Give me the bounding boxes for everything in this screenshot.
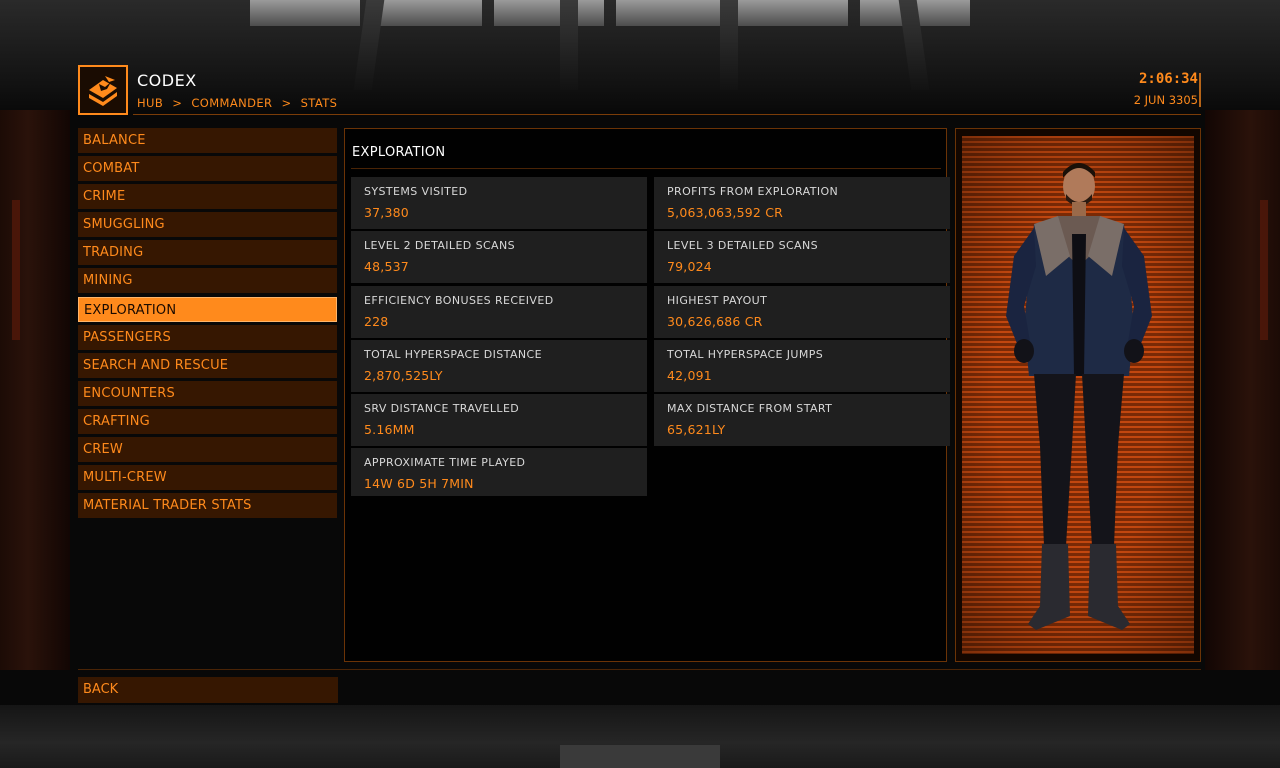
stat-cell: MAX DISTANCE FROM START 65,621LY bbox=[654, 394, 950, 446]
stat-value: 79,024 bbox=[667, 259, 712, 274]
stat-value: 65,621LY bbox=[667, 422, 726, 437]
game-date: 2 JUN 3305 bbox=[1133, 93, 1198, 107]
stat-cell: PROFITS FROM EXPLORATION 5,063,063,592 C… bbox=[654, 177, 950, 229]
left-wall bbox=[0, 110, 70, 670]
stats-panel: EXPLORATION SYSTEMS VISITED 37,380 PROFI… bbox=[344, 128, 950, 662]
stat-value: 37,380 bbox=[364, 205, 409, 220]
stat-value: 228 bbox=[364, 314, 389, 329]
breadcrumb-separator: > bbox=[281, 96, 292, 110]
stat-cell: EFFICIENCY BONUSES RECEIVED 228 bbox=[351, 286, 647, 338]
page-title: CODEX bbox=[137, 71, 197, 90]
menu-item-passengers[interactable]: PASSENGERS bbox=[78, 324, 337, 350]
stat-label: LEVEL 3 DETAILED SCANS bbox=[667, 239, 818, 252]
panel-divider bbox=[351, 168, 941, 169]
menu-item-exploration[interactable]: EXPLORATION bbox=[78, 296, 337, 322]
menu-item-smuggling[interactable]: SMUGGLING bbox=[78, 212, 337, 238]
stat-value: 2,870,525LY bbox=[364, 368, 443, 383]
stat-cell: APPROXIMATE TIME PLAYED 14W 6D 5H 7MIN bbox=[351, 448, 647, 496]
stat-cell: LEVEL 2 DETAILED SCANS 48,537 bbox=[351, 231, 647, 283]
ceiling-beam bbox=[720, 0, 738, 90]
wall-light bbox=[12, 200, 20, 340]
stat-label: TOTAL HYPERSPACE DISTANCE bbox=[364, 348, 542, 361]
menu-item-multi-crew[interactable]: MULTI-CREW bbox=[78, 465, 337, 491]
stat-label: EFFICIENCY BONUSES RECEIVED bbox=[364, 294, 554, 307]
portrait-backdrop bbox=[962, 136, 1194, 654]
commander-portrait bbox=[955, 128, 1201, 662]
stat-label: APPROXIMATE TIME PLAYED bbox=[364, 456, 526, 469]
stat-cell: LEVEL 3 DETAILED SCANS 79,024 bbox=[654, 231, 950, 283]
stat-value: 5.16MM bbox=[364, 422, 415, 437]
stat-label: PROFITS FROM EXPLORATION bbox=[667, 185, 839, 198]
breadcrumb-separator: > bbox=[172, 96, 183, 110]
stat-label: LEVEL 2 DETAILED SCANS bbox=[364, 239, 515, 252]
stat-value: 14W 6D 5H 7MIN bbox=[364, 476, 474, 491]
stat-label: HIGHEST PAYOUT bbox=[667, 294, 768, 307]
menu-item-crew[interactable]: CREW bbox=[78, 437, 337, 463]
wall-light bbox=[1260, 200, 1268, 340]
stat-cell: TOTAL HYPERSPACE JUMPS 42,091 bbox=[654, 340, 950, 392]
header-divider bbox=[133, 114, 1201, 115]
menu-item-encounters[interactable]: ENCOUNTERS bbox=[78, 380, 337, 406]
codex-logo bbox=[78, 65, 128, 115]
menu-item-balance[interactable]: BALANCE bbox=[78, 128, 337, 153]
stat-value: 48,537 bbox=[364, 259, 409, 274]
back-button[interactable]: BACK bbox=[78, 677, 338, 703]
stat-label: SYSTEMS VISITED bbox=[364, 185, 468, 198]
breadcrumb-commander[interactable]: COMMANDER bbox=[191, 96, 272, 110]
menu-item-trading[interactable]: TRADING bbox=[78, 240, 337, 266]
stat-label: SRV DISTANCE TRAVELLED bbox=[364, 402, 520, 415]
ceiling-light bbox=[494, 0, 604, 26]
stats-category-menu: BALANCE COMBAT CRIME SMUGGLING TRADING M… bbox=[78, 128, 337, 521]
menu-item-material-trader-stats[interactable]: MATERIAL TRADER STATS bbox=[78, 493, 337, 519]
stat-label: TOTAL HYPERSPACE JUMPS bbox=[667, 348, 824, 361]
panel-title: EXPLORATION bbox=[352, 145, 446, 160]
ceiling-light bbox=[616, 0, 726, 26]
breadcrumb: HUB > COMMANDER > STATS bbox=[137, 96, 337, 110]
breadcrumb-stats: STATS bbox=[300, 96, 338, 110]
menu-item-crime[interactable]: CRIME bbox=[78, 184, 337, 210]
stat-label: MAX DISTANCE FROM START bbox=[667, 402, 833, 415]
menu-item-combat[interactable]: COMBAT bbox=[78, 156, 337, 182]
footer-divider bbox=[78, 669, 1201, 670]
ceiling-light bbox=[738, 0, 848, 26]
stat-value: 42,091 bbox=[667, 368, 712, 383]
stat-cell: SRV DISTANCE TRAVELLED 5.16MM bbox=[351, 394, 647, 446]
ceiling-light bbox=[250, 0, 360, 26]
right-wall bbox=[1205, 110, 1280, 670]
game-clock: 2:06:34 bbox=[1138, 71, 1198, 87]
ceiling-beam bbox=[560, 0, 578, 90]
ceiling-light bbox=[372, 0, 482, 26]
stat-cell: SYSTEMS VISITED 37,380 bbox=[351, 177, 647, 229]
stat-cell: TOTAL HYPERSPACE DISTANCE 2,870,525LY bbox=[351, 340, 647, 392]
menu-item-mining[interactable]: MINING bbox=[78, 268, 337, 294]
menu-item-search-and-rescue[interactable]: SEARCH AND RESCUE bbox=[78, 352, 337, 378]
breadcrumb-hub[interactable]: HUB bbox=[137, 96, 163, 110]
stat-cell: HIGHEST PAYOUT 30,626,686 CR bbox=[654, 286, 950, 338]
menu-item-crafting[interactable]: CRAFTING bbox=[78, 408, 337, 434]
floor-plate bbox=[560, 745, 720, 768]
stat-value: 30,626,686 CR bbox=[667, 314, 763, 329]
clock-accent-bar bbox=[1199, 73, 1201, 107]
commander-figure-icon bbox=[1006, 163, 1152, 630]
stat-value: 5,063,063,592 CR bbox=[667, 205, 784, 220]
codex-book-icon bbox=[89, 76, 117, 106]
